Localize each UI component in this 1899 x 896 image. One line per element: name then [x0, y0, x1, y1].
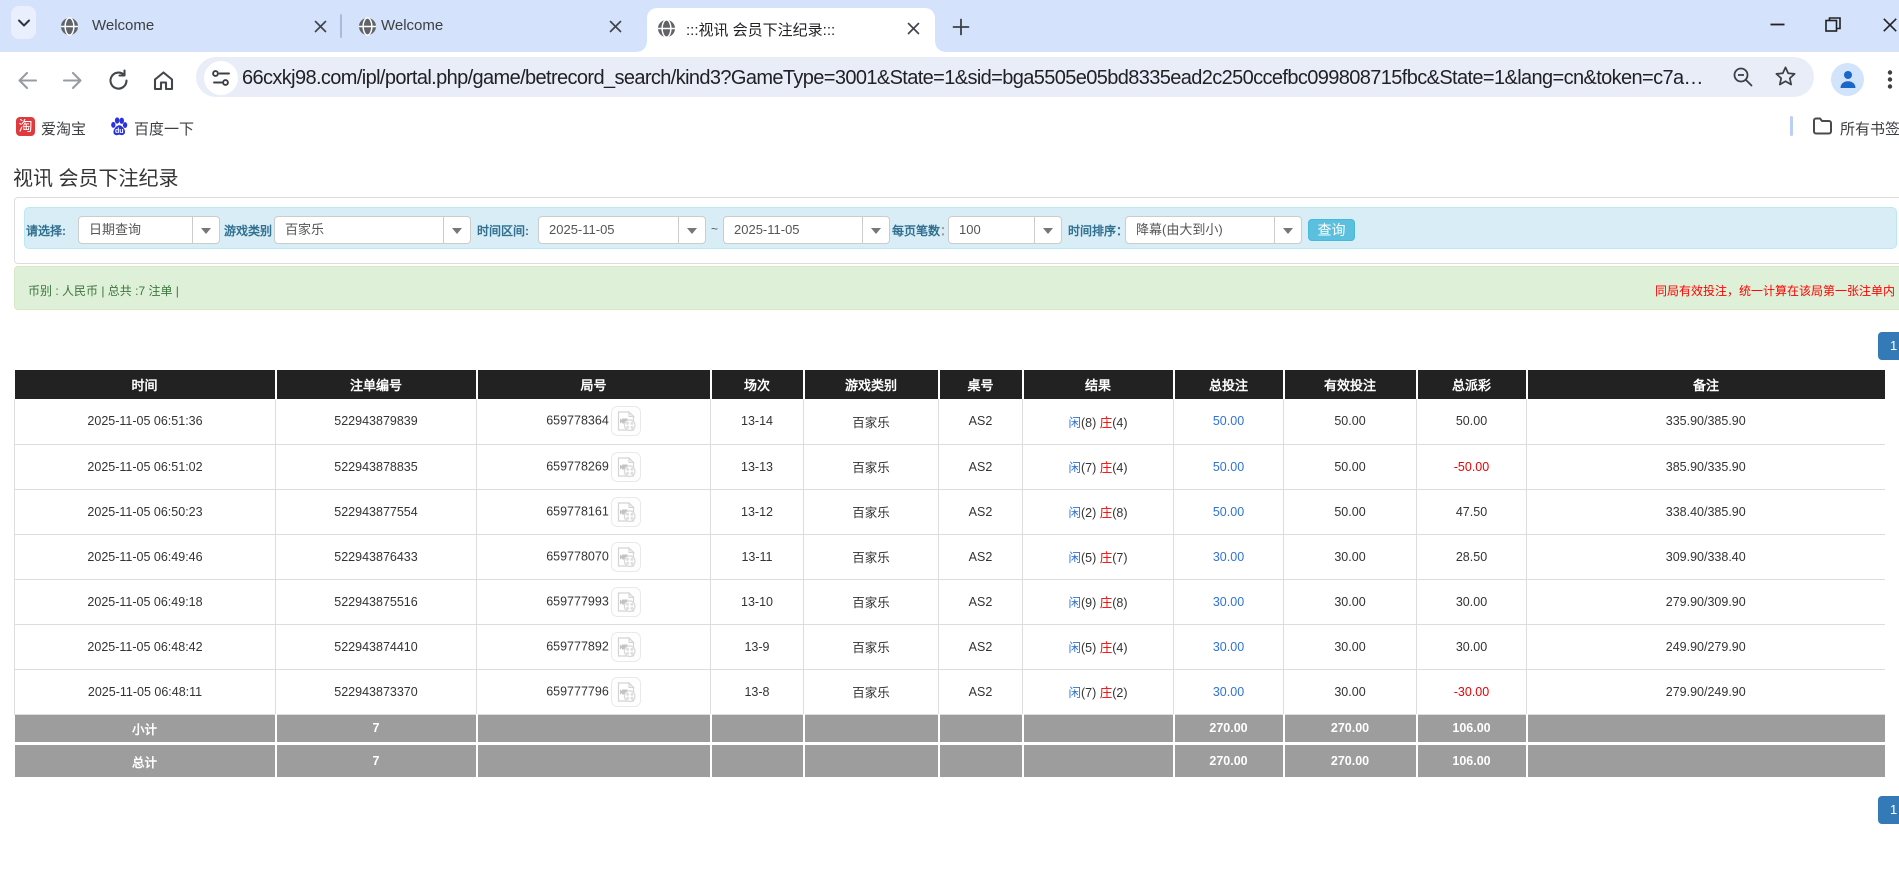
svg-text:du: du [115, 127, 124, 135]
